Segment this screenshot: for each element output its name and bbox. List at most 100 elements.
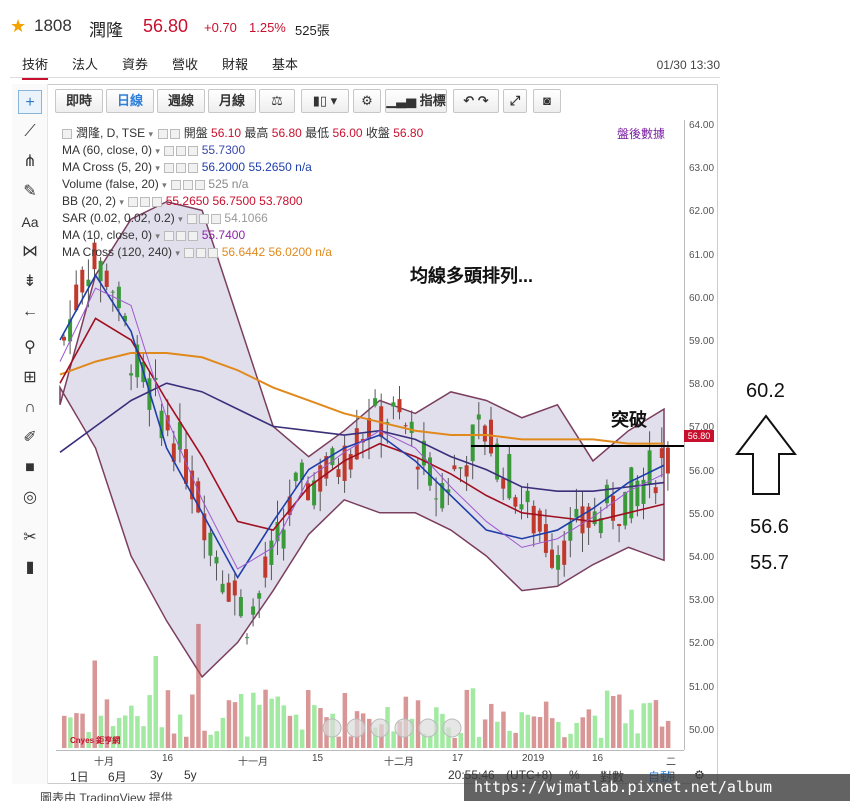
indicator-eye-icon[interactable] bbox=[187, 213, 198, 224]
stay-drawing-icon[interactable]: ✐ bbox=[18, 426, 42, 450]
gear-icon[interactable]: ⚙ bbox=[353, 89, 381, 113]
indicator-close-icon[interactable] bbox=[208, 247, 219, 258]
indicator-gear-icon[interactable] bbox=[176, 145, 187, 156]
candle-body bbox=[232, 580, 237, 596]
legend-indicator-row: Volume (false, 20) ▾ 525 n/a bbox=[62, 176, 423, 193]
chevron-down-icon[interactable]: ▾ bbox=[148, 129, 153, 139]
indicator-value: 55.2650 bbox=[245, 160, 292, 174]
candle-body bbox=[519, 504, 524, 510]
chevron-down-icon[interactable]: ▾ bbox=[162, 180, 169, 190]
settings-tools-icon[interactable]: ✂ bbox=[18, 526, 42, 550]
indicator-close-icon[interactable] bbox=[188, 230, 199, 241]
trendline-icon[interactable]: ⟋ bbox=[18, 120, 42, 144]
indicator-gear-icon[interactable] bbox=[183, 179, 194, 190]
candle-body bbox=[531, 505, 536, 534]
tab-basic[interactable]: 基本 bbox=[272, 54, 298, 73]
brush-icon[interactable]: ✎ bbox=[18, 180, 42, 204]
hide-icon[interactable]: ◎ bbox=[18, 486, 42, 510]
chevron-down-icon[interactable]: ▾ bbox=[155, 231, 162, 241]
indicator-eye-icon[interactable] bbox=[164, 162, 175, 173]
candle-body bbox=[263, 556, 268, 578]
indicator-eye-icon[interactable] bbox=[128, 196, 139, 207]
range-3y[interactable]: 3y bbox=[150, 768, 163, 782]
time-axis[interactable]: 十月16十一月15十二月17201916二月 bbox=[56, 750, 684, 783]
chevron-down-icon[interactable]: ▾ bbox=[119, 197, 126, 207]
watermark: https://wjmatlab.pixnet.net/album bbox=[464, 774, 850, 801]
intraday-button[interactable]: 即時 bbox=[55, 89, 103, 113]
legend-eye-icon[interactable] bbox=[158, 128, 169, 139]
indicator-value: 54.1066 bbox=[221, 211, 268, 225]
indicator-close-icon[interactable] bbox=[188, 162, 199, 173]
indicator-eye-icon[interactable] bbox=[164, 230, 175, 241]
weekly-button[interactable]: 週線 bbox=[157, 89, 205, 113]
magnet-icon[interactable]: ∩ bbox=[18, 396, 42, 420]
time-axis-label: 2019 bbox=[522, 753, 545, 764]
volume-bar bbox=[342, 692, 348, 748]
chevron-down-icon[interactable]: ▾ bbox=[155, 163, 162, 173]
camera-icon[interactable]: ◙ bbox=[533, 89, 561, 113]
chevron-down-icon[interactable]: ▾ bbox=[155, 146, 162, 156]
volume-bar bbox=[525, 714, 531, 748]
indicator-close-icon[interactable] bbox=[188, 145, 199, 156]
measure-icon[interactable]: ⇟ bbox=[18, 270, 42, 294]
chevron-down-icon[interactable]: ▾ bbox=[178, 214, 185, 224]
candle-body bbox=[604, 484, 609, 504]
after-hours-link[interactable]: 盤後數據 bbox=[617, 125, 665, 142]
volume-bar bbox=[665, 720, 671, 748]
chevron-down-icon[interactable]: ▾ bbox=[175, 248, 182, 258]
indicator-gear-icon[interactable] bbox=[199, 213, 210, 224]
indicators-button[interactable]: ▁▃▅ 指標 bbox=[385, 89, 447, 113]
undo-redo-icon[interactable]: ↶ ↷ bbox=[453, 89, 499, 113]
favorite-star-icon[interactable]: ★ bbox=[10, 16, 26, 37]
legend-gear-icon[interactable] bbox=[170, 128, 181, 139]
ruler-icon[interactable]: ⊞ bbox=[18, 366, 42, 390]
indicator-gear-icon[interactable] bbox=[196, 247, 207, 258]
tab-institutional[interactable]: 法人 bbox=[72, 54, 98, 73]
tab-financials[interactable]: 財報 bbox=[222, 54, 248, 73]
range-6m[interactable]: 6月 bbox=[108, 768, 127, 785]
volume-bar bbox=[129, 705, 134, 748]
zoom-icon[interactable]: ⚲ bbox=[18, 336, 42, 360]
volume-bar bbox=[147, 695, 152, 748]
fork-icon[interactable]: ⋔ bbox=[18, 150, 42, 174]
trash-icon[interactable]: ▮ bbox=[18, 556, 42, 580]
indicator-close-icon[interactable] bbox=[152, 196, 163, 207]
indicator-gear-icon[interactable] bbox=[140, 196, 151, 207]
candle-body bbox=[428, 457, 432, 486]
volume-bar bbox=[184, 736, 189, 748]
candle-type-icon[interactable]: ▮▯ ▾ bbox=[301, 89, 349, 113]
monthly-button[interactable]: 月線 bbox=[208, 89, 256, 113]
indicator-gear-icon[interactable] bbox=[176, 162, 187, 173]
compare-scale-icon[interactable]: ⚖ bbox=[259, 89, 295, 113]
indicator-eye-icon[interactable] bbox=[171, 179, 182, 190]
indicator-close-icon[interactable] bbox=[195, 179, 206, 190]
collapse-icon[interactable] bbox=[62, 128, 72, 139]
indicator-close-icon[interactable] bbox=[211, 213, 222, 224]
open-value: 56.10 bbox=[211, 126, 242, 140]
candle-body bbox=[507, 454, 512, 499]
tab-technical[interactable]: 技術 bbox=[22, 54, 49, 80]
range-5y[interactable]: 5y bbox=[184, 768, 197, 782]
candle-body bbox=[373, 398, 378, 406]
lock-icon[interactable]: ■ bbox=[18, 456, 42, 480]
volume-bar bbox=[245, 736, 250, 748]
range-1d[interactable]: 1日 bbox=[70, 768, 89, 785]
daily-button[interactable]: 日線 bbox=[106, 89, 154, 113]
volume-bar bbox=[220, 717, 226, 748]
crosshair-icon[interactable]: + bbox=[18, 90, 42, 114]
indicators-label: 指標 bbox=[419, 93, 446, 108]
indicator-eye-icon[interactable] bbox=[164, 145, 175, 156]
tab-revenue[interactable]: 營收 bbox=[172, 54, 198, 73]
indicator-eye-icon[interactable] bbox=[184, 247, 195, 258]
candle-body bbox=[665, 447, 670, 474]
indicator-gear-icon[interactable] bbox=[176, 230, 187, 241]
text-tool-icon[interactable]: Aa bbox=[18, 210, 42, 234]
tab-margin[interactable]: 資券 bbox=[122, 54, 148, 73]
indicator-label: BB (20, 2) bbox=[62, 194, 120, 208]
fullscreen-icon[interactable]: ⤢ bbox=[503, 89, 527, 113]
pattern-icon[interactable]: ⋈ bbox=[18, 240, 42, 264]
indicator-value: 53.7800 bbox=[255, 194, 303, 208]
candle-body bbox=[98, 260, 103, 282]
back-arrow-icon[interactable]: ← bbox=[18, 300, 42, 324]
volume-bar bbox=[287, 715, 293, 748]
